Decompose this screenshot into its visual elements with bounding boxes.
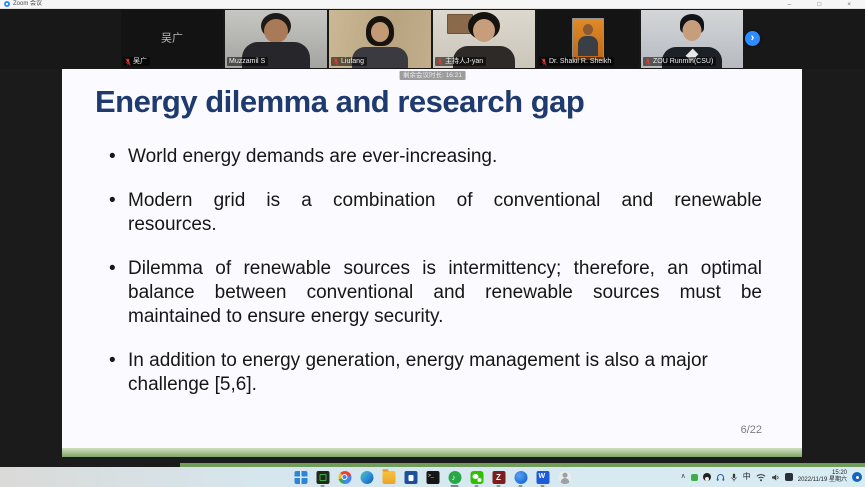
bullet-line: Modern grid is a combination of conventi… <box>128 189 762 213</box>
participant-name: Liufang <box>341 57 364 66</box>
zoom-app-icon <box>4 1 10 7</box>
bullet-line: World energy demands are ever-increasing… <box>128 145 762 169</box>
edge-icon[interactable] <box>360 471 373 484</box>
avatar-face <box>473 19 495 42</box>
next-participants-button[interactable]: › <box>745 31 760 46</box>
muted-mic-icon <box>125 58 131 66</box>
participant-name-label: Dr. Shakil R. Sheikh <box>539 57 614 66</box>
running-indicator <box>497 485 501 487</box>
ime-indicator[interactable]: 中 <box>743 467 751 487</box>
headset-tray-icon[interactable] <box>716 473 725 482</box>
notification-badge[interactable] <box>852 472 862 482</box>
window-title: Zoom 会议 <box>13 0 42 9</box>
bullet-item: World energy demands are ever-increasing… <box>106 145 762 169</box>
slide-title: Energy dilemma and research gap <box>95 84 772 120</box>
video-strip: 吴广 吴广 Muzzamil S <box>0 9 865 69</box>
participant-center-name: 吴广 <box>121 29 223 45</box>
browser-app-icon[interactable] <box>514 471 527 484</box>
muted-mic-icon <box>645 58 651 66</box>
bullet-line: Dilemma of renewable sources is intermit… <box>128 257 762 281</box>
participant-name: ZOU Runmin(CSU) <box>653 57 713 66</box>
chrome-icon[interactable] <box>338 471 351 484</box>
muted-mic-icon <box>541 58 547 66</box>
bullet-line: challenge [5,6]. <box>128 373 762 397</box>
terminal-icon[interactable] <box>426 471 439 484</box>
bullet-line: balance between conventional and renewab… <box>128 281 762 305</box>
running-indicator <box>321 485 325 487</box>
slide-bottom-green-band <box>62 448 802 457</box>
hidden-icons-chevron[interactable]: ∧ <box>681 467 686 487</box>
slide-bullet-list: World energy demands are ever-increasing… <box>106 145 762 397</box>
maximize-button[interactable]: □ <box>817 0 821 9</box>
bullet-item: Modern grid is a combination of conventi… <box>106 189 762 237</box>
bullet-item: In addition to energy generation, energy… <box>106 349 762 397</box>
participant-name: Muzzamil S <box>229 57 265 66</box>
slide-page-number: 6/22 <box>741 424 762 436</box>
active-app-indicator <box>451 485 459 487</box>
participant-tile-wuguang[interactable]: 吴广 吴广 <box>121 10 223 68</box>
participant-name: Dr. Shakil R. Sheikh <box>549 57 611 66</box>
participant-tile-zou[interactable]: ZOU Runmin(CSU) <box>641 10 743 68</box>
muted-mic-icon <box>437 58 443 66</box>
participant-tile-shakil[interactable]: Dr. Shakil R. Sheikh <box>537 10 639 68</box>
windows-taskbar: ∧ 中 15:20 2022/11/19 星期六 <box>0 467 865 487</box>
clock-date: 2022/11/19 星期六 <box>798 477 847 483</box>
battery-tray-icon[interactable] <box>785 473 793 481</box>
ms-store-icon[interactable] <box>404 471 417 484</box>
participant-tile-liufang[interactable]: Liufang <box>329 10 431 68</box>
bullet-line: maintained to ensure energy security. <box>128 305 762 329</box>
wifi-tray-icon[interactable] <box>756 473 766 482</box>
avatar-face <box>264 19 288 43</box>
participant-name-label: ZOU Runmin(CSU) <box>643 57 716 66</box>
window-titlebar: Zoom 会议 – □ × <box>0 0 865 9</box>
participant-tiles: 吴广 吴广 Muzzamil S <box>121 10 743 68</box>
participant-name: 主持人J-yan <box>445 57 483 66</box>
user-app-icon[interactable] <box>558 471 571 484</box>
muted-mic-icon <box>333 58 339 66</box>
participant-name-label: Liufang <box>331 57 367 66</box>
microphone-tray-icon[interactable] <box>730 473 738 482</box>
bullet-line: In addition to energy generation, energy… <box>128 349 762 373</box>
participant-tile-host[interactable]: 主持人J-yan <box>433 10 535 68</box>
running-indicator <box>475 485 479 487</box>
zotero-icon[interactable] <box>492 471 505 484</box>
avatar-face <box>371 22 389 42</box>
participant-name-label: 吴广 <box>123 57 150 66</box>
snipping-tool-icon[interactable] <box>316 471 329 484</box>
participant-tile-muzzamil[interactable]: Muzzamil S <box>225 10 327 68</box>
volume-tray-icon[interactable] <box>771 473 780 482</box>
bullet-item: Dilemma of renewable sources is intermit… <box>106 257 762 329</box>
wechat-icon[interactable] <box>470 471 483 484</box>
photo-body <box>578 36 598 56</box>
clock-time: 15:20 <box>832 470 847 476</box>
minimize-button[interactable]: – <box>788 0 792 9</box>
word-icon[interactable] <box>536 471 549 484</box>
running-indicator <box>541 485 545 487</box>
participant-name-label: 主持人J-yan <box>435 57 486 66</box>
participant-name: 吴广 <box>133 57 147 66</box>
photo-face <box>583 24 593 35</box>
meeting-timer-badge: 剩余会议时长: 16:21 <box>399 71 466 80</box>
music-app-icon[interactable] <box>448 471 461 484</box>
system-tray: ∧ 中 15:20 2022/11/19 星期六 <box>681 467 862 487</box>
shared-screen-area: 剩余会议时长: 16:21 Energy dilemma and researc… <box>0 69 865 467</box>
participant-name-label: Muzzamil S <box>227 57 268 66</box>
presentation-slide: Energy dilemma and research gap World en… <box>62 69 802 448</box>
taskbar-app-icons <box>294 467 571 487</box>
taskbar-clock[interactable]: 15:20 2022/11/19 星期六 <box>798 470 847 485</box>
qq-tray-icon[interactable] <box>703 473 711 481</box>
close-button[interactable]: × <box>847 0 851 9</box>
bullet-line: resources. <box>128 213 762 237</box>
avatar-face <box>683 20 702 41</box>
start-button-icon[interactable] <box>294 471 307 484</box>
tray-green-app-icon[interactable] <box>691 474 698 481</box>
file-explorer-icon[interactable] <box>382 471 395 484</box>
running-indicator <box>519 485 523 487</box>
